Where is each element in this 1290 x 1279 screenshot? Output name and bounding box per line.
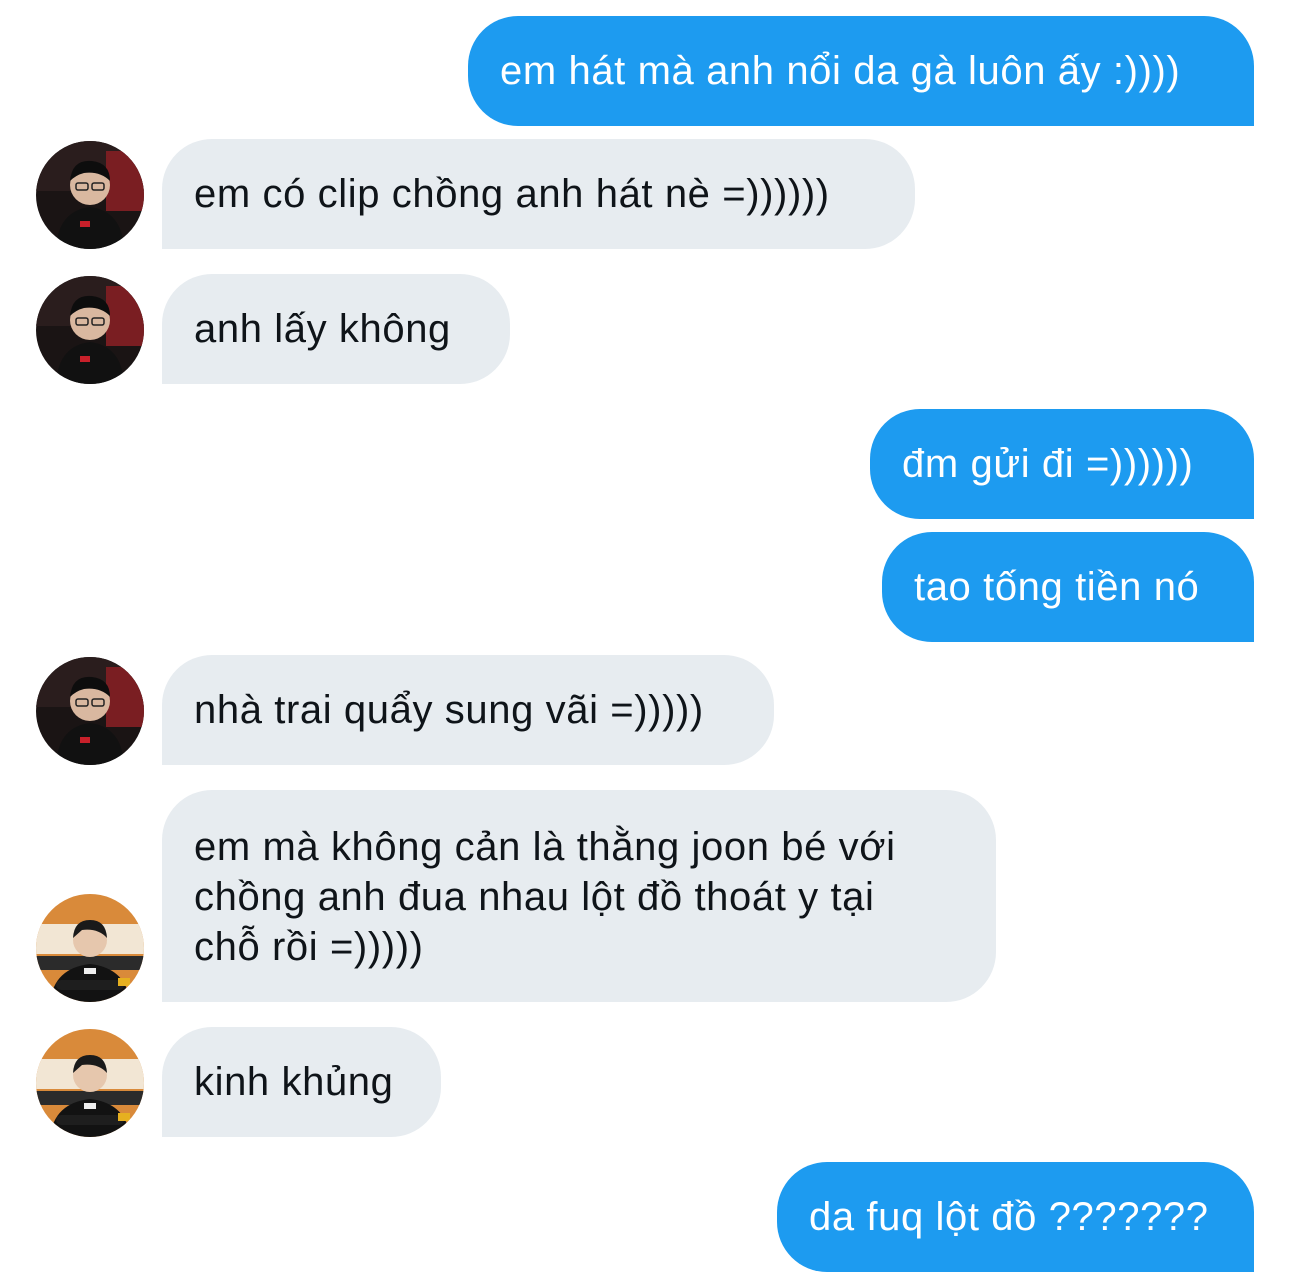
message-text: da fuq lột đồ ??????? (809, 1195, 1209, 1239)
message-text: em hát mà anh nổi da gà luôn ấy :)))) (500, 49, 1181, 93)
contact-avatar[interactable] (36, 894, 144, 1002)
message-text: kinh khủng (194, 1060, 394, 1104)
outgoing-message[interactable]: da fuq lột đồ ??????? (777, 1162, 1254, 1272)
contact-avatar[interactable] (36, 141, 144, 249)
incoming-message[interactable]: em có clip chồng anh hát nè =)))))) (162, 139, 915, 249)
message-text: nhà trai quẩy sung vãi =))))) (194, 688, 704, 732)
avatar-photo (36, 1029, 144, 1137)
message-line: chỗ rồi =))))) (194, 925, 424, 969)
message-line: em mà không cản là thằng joon bé với (194, 825, 896, 869)
incoming-message[interactable]: kinh khủng (162, 1027, 441, 1137)
message-text: anh lấy không (194, 307, 451, 351)
outgoing-message[interactable]: tao tống tiền nó (882, 532, 1254, 642)
message-text: tao tống tiền nó (914, 565, 1200, 609)
incoming-message[interactable]: em mà không cản là thằng joon bé với chồ… (162, 790, 996, 1002)
avatar-photo (36, 141, 144, 249)
incoming-message[interactable]: anh lấy không (162, 274, 510, 384)
message-text: đm gửi đi =)))))) (902, 442, 1194, 486)
contact-avatar[interactable] (36, 657, 144, 765)
message-line: chồng anh đua nhau lột đồ thoát y tại (194, 875, 875, 919)
contact-avatar[interactable] (36, 276, 144, 384)
avatar-photo (36, 894, 144, 1002)
outgoing-message[interactable]: đm gửi đi =)))))) (870, 409, 1254, 519)
avatar-photo (36, 657, 144, 765)
contact-avatar[interactable] (36, 1029, 144, 1137)
incoming-message[interactable]: nhà trai quẩy sung vãi =))))) (162, 655, 774, 765)
outgoing-message[interactable]: em hát mà anh nổi da gà luôn ấy :)))) (468, 16, 1254, 126)
message-text: em có clip chồng anh hát nè =)))))) (194, 172, 830, 216)
avatar-photo (36, 276, 144, 384)
